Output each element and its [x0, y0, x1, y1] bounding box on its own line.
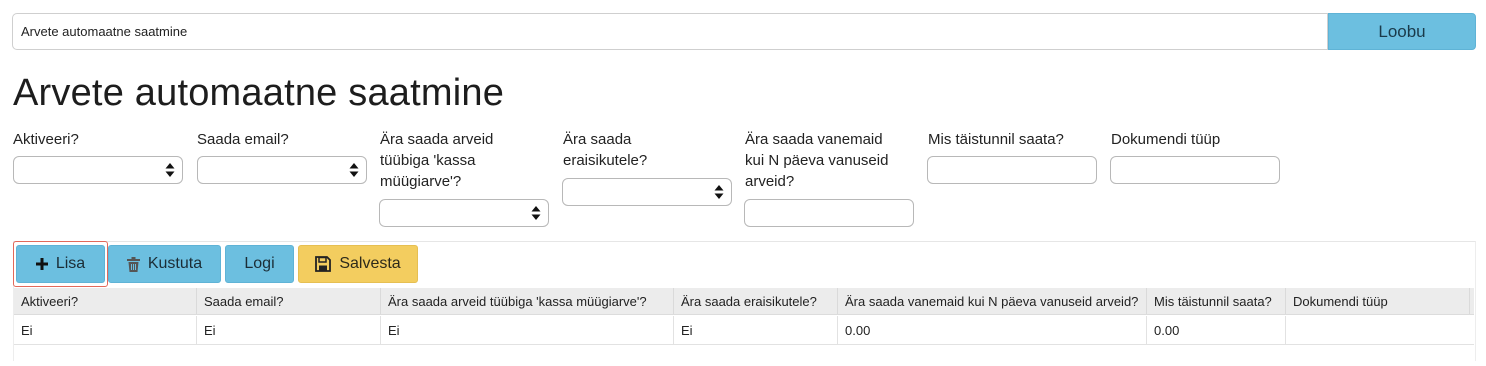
field-doc-type: Dokumendi tüüp — [1111, 129, 1220, 150]
field-activate: Aktiveeri? — [13, 129, 79, 150]
column-header-doc-type[interactable]: Dokumendi tüüp — [1286, 288, 1470, 314]
column-header-skip-private[interactable]: Ära saada eraisikutele? — [674, 288, 838, 314]
select-arrows-icon — [349, 163, 359, 177]
focus-outline — [13, 241, 108, 287]
send-email-select[interactable] — [197, 156, 367, 184]
send-hour-input[interactable] — [927, 156, 1097, 184]
column-header-skip-cash[interactable]: Ära saada arveid tüübiga 'kassa müügiarv… — [381, 288, 674, 314]
table-cell: Ei — [674, 316, 838, 344]
table-cell: Ei — [14, 316, 197, 344]
table-cell: Ei — [381, 316, 674, 344]
field-label-skip-older-3: arveid? — [745, 173, 795, 190]
field-label-skip-older-1: Ära saada vanemaid — [745, 131, 883, 148]
save-button-label: Salvesta — [339, 255, 401, 272]
select-arrows-icon — [714, 185, 724, 199]
column-header-activate[interactable]: Aktiveeri? — [14, 288, 197, 314]
field-send-email: Saada email? — [197, 129, 289, 150]
table-row[interactable]: Ei Ei Ei Ei 0.00 0.00 — [14, 316, 1474, 345]
field-label-skip-cash-2: tüübiga 'kassa — [380, 152, 476, 169]
log-button-label: Logi — [244, 255, 275, 272]
table-cell: 0.00 — [838, 316, 1147, 344]
field-label-skip-private-2: eraisikutele? — [563, 152, 648, 169]
column-header-skip-older[interactable]: Ära saada vanemaid kui N päeva vanuseid … — [838, 288, 1147, 314]
page-title: Arvete automaatne saatmine — [13, 72, 505, 114]
floppy-disk-icon — [315, 256, 332, 272]
select-arrows-icon — [531, 206, 541, 220]
field-label-skip-cash-3: müügiarve'? — [380, 173, 462, 190]
column-header-send-hour[interactable]: Mis täistunnil saata? — [1147, 288, 1286, 314]
field-skip-cash-invoices: Ära saada arveid tüübiga 'kassa müügiarv… — [380, 129, 493, 192]
field-label-activate: Aktiveeri? — [13, 131, 79, 148]
save-button[interactable]: Salvesta — [298, 245, 418, 283]
log-button[interactable]: Logi — [225, 245, 294, 283]
field-label-doc-type: Dokumendi tüüp — [1111, 131, 1221, 148]
field-label-skip-cash-1: Ära saada arveid — [380, 131, 494, 148]
field-label-skip-private-1: Ära saada — [563, 131, 632, 148]
skip-older-days-input[interactable] — [744, 199, 914, 227]
field-skip-private: Ära saada eraisikutele? — [563, 129, 647, 171]
skip-cash-select[interactable] — [379, 199, 549, 227]
table-cell: Ei — [197, 316, 381, 344]
grid-header: Aktiveeri? Saada email? Ära saada arveid… — [14, 288, 1474, 315]
field-label-send-email: Saada email? — [197, 131, 289, 148]
activate-select[interactable] — [13, 156, 183, 184]
table-cell: 0.00 — [1147, 316, 1286, 344]
cancel-button[interactable]: Loobu — [1328, 13, 1476, 50]
delete-button[interactable]: Kustuta — [108, 245, 221, 283]
select-arrows-icon — [165, 163, 175, 177]
field-send-hour: Mis täistunnil saata? — [928, 129, 1064, 150]
doc-type-input[interactable] — [1110, 156, 1280, 184]
table-cell — [1286, 316, 1470, 344]
field-label-skip-older-2: kui N päeva vanuseid — [745, 152, 889, 169]
delete-button-label: Kustuta — [147, 255, 203, 272]
field-skip-older: Ära saada vanemaid kui N päeva vanuseid … — [745, 129, 888, 192]
field-label-send-hour: Mis täistunnil saata? — [928, 131, 1064, 148]
top-bar: Loobu — [12, 13, 1476, 50]
column-header-send-email[interactable]: Saada email? — [197, 288, 381, 314]
skip-private-select[interactable] — [562, 178, 732, 206]
trash-icon — [126, 256, 140, 272]
title-input[interactable] — [12, 13, 1328, 50]
